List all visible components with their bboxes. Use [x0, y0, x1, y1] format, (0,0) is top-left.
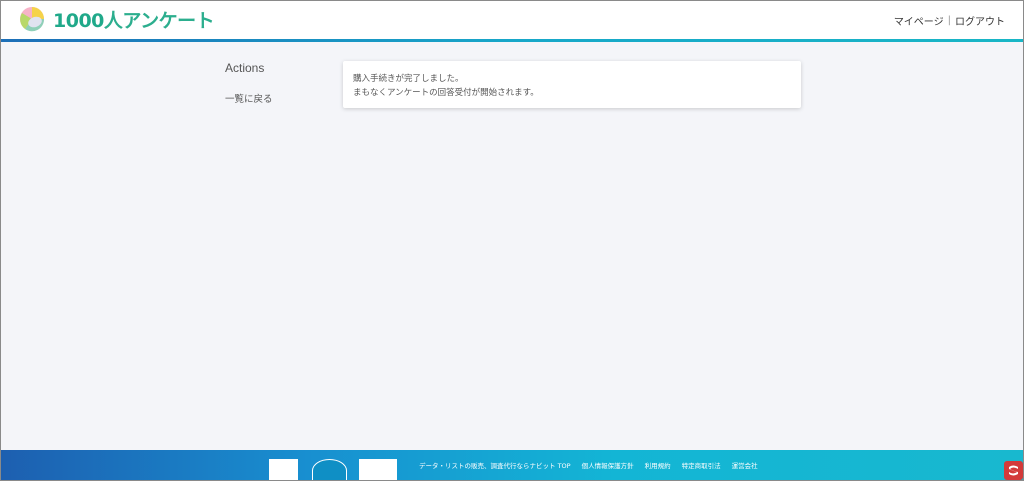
sidebar-title: Actions	[225, 61, 265, 75]
footer-link-navit-top[interactable]: データ・リストの販売、調査代行ならナビット TOP	[419, 460, 571, 470]
site-logo[interactable]: 1000人アンケート	[19, 4, 215, 34]
certification-badge[interactable]	[312, 459, 347, 480]
message-line-1: 購入手続きが完了しました。	[353, 74, 464, 84]
footer-link-commerce-law[interactable]: 特定商取引法	[682, 460, 721, 470]
logout-link[interactable]: ログアウト	[955, 13, 1005, 28]
floating-app-icon[interactable]	[1004, 461, 1023, 480]
floating-s-icon	[1009, 465, 1018, 476]
header-nav: マイページ | ログアウト	[894, 13, 1005, 28]
jmra-badge[interactable]	[359, 459, 397, 480]
back-to-list-link[interactable]: 一覧に戻る	[225, 91, 273, 105]
footer-link-privacy[interactable]: 個人情報保護方針	[582, 460, 634, 470]
message-line-2: まもなくアンケートの回答受付が開始されます。	[353, 88, 539, 98]
logo-text: 1000人アンケート	[53, 6, 215, 33]
footer-links: データ・リストの販売、調査代行ならナビット TOP 個人情報保護方針 利用規約 …	[419, 460, 769, 470]
sidebar: Actions 一覧に戻る	[225, 61, 273, 105]
footer: データ・リストの販売、調査代行ならナビット TOP 個人情報保護方針 利用規約 …	[1, 450, 1023, 480]
page-frame: 1000人アンケート マイページ | ログアウト Actions 一覧に戻る 購…	[0, 0, 1024, 481]
message-card: 購入手続きが完了しました。 まもなくアンケートの回答受付が開始されます。	[343, 61, 801, 108]
privacy-mark-badge[interactable]	[269, 459, 298, 480]
nav-separator: |	[947, 15, 951, 26]
logo-mark-icon	[19, 4, 49, 34]
header-accent-bar	[1, 39, 1023, 42]
logo-number: 1000	[53, 9, 104, 32]
header: 1000人アンケート マイページ | ログアウト	[1, 1, 1023, 42]
mypage-link[interactable]: マイページ	[894, 13, 944, 28]
logo-label: 人アンケート	[103, 9, 215, 32]
footer-link-terms[interactable]: 利用規約	[645, 460, 671, 470]
footer-link-company[interactable]: 運営会社	[732, 460, 758, 470]
